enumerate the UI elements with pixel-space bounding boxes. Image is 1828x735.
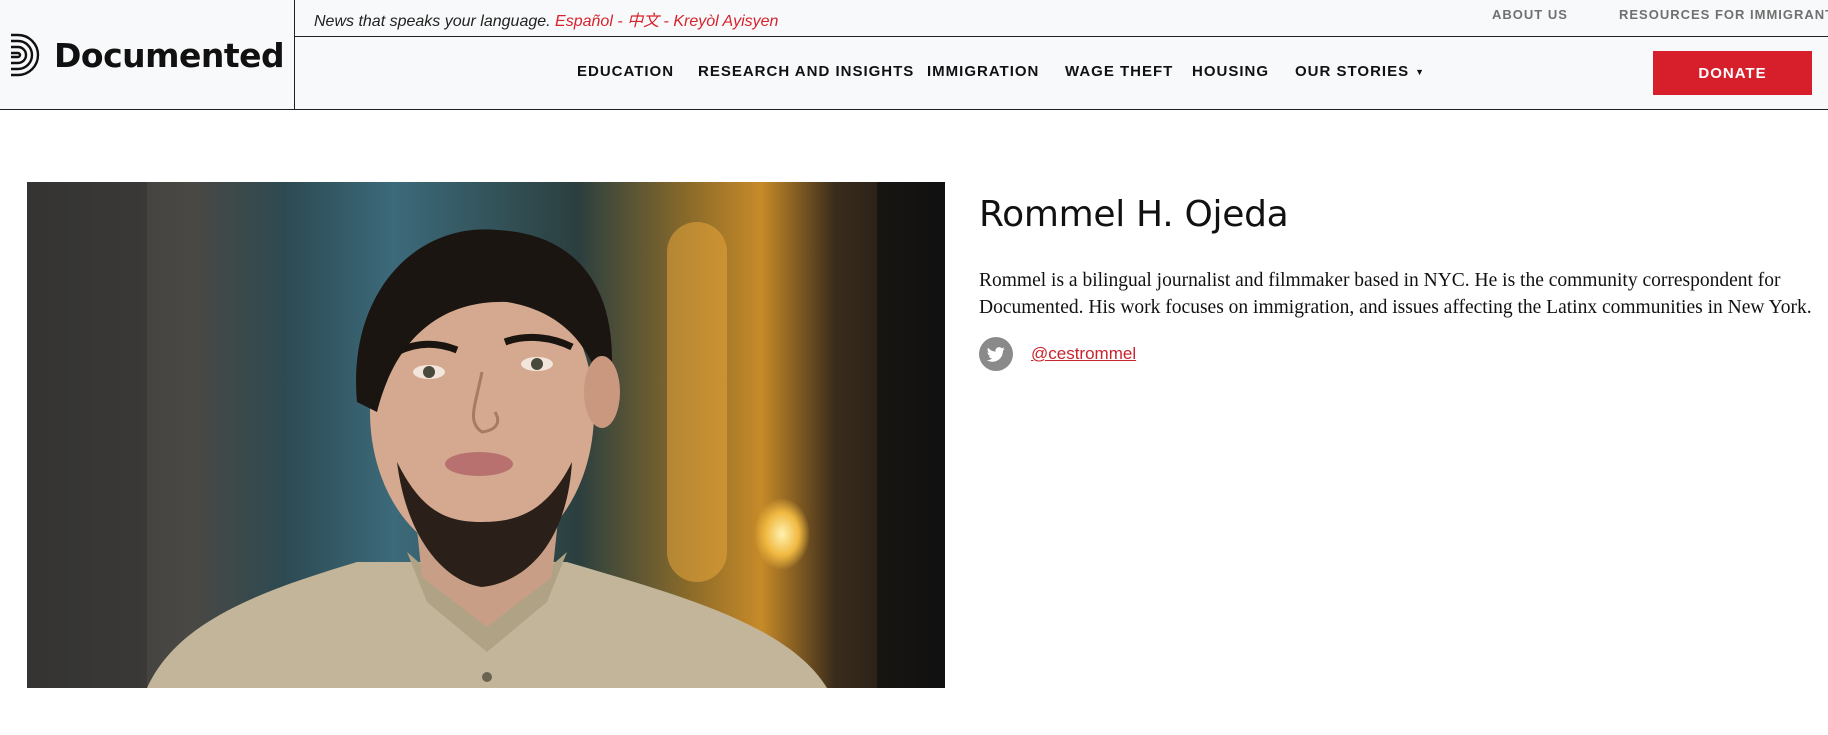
author-portrait-image [27, 182, 945, 688]
nav-item-wage-theft[interactable]: WAGE THEFT [1065, 63, 1173, 80]
language-link-haitian-creole[interactable]: Kreyòl Ayisyen [673, 13, 778, 30]
main-nav: EDUCATION RESEARCH AND INSIGHTS IMMIGRAT… [295, 37, 1828, 110]
language-link-spanish[interactable]: Español [555, 13, 613, 30]
site-header: Documented News that speaks your languag… [0, 0, 1828, 110]
nav-item-our-stories-label: OUR STORIES [1295, 63, 1410, 80]
nav-item-housing[interactable]: HOUSING [1192, 63, 1269, 80]
resources-for-immigrants-link[interactable]: RESOURCES FOR IMMIGRANTS [1619, 7, 1828, 22]
author-photo [27, 182, 945, 688]
documented-logo-icon [11, 33, 40, 77]
nav-item-our-stories[interactable]: OUR STORIES ▼ [1295, 63, 1425, 80]
tagline-prefix: News that speaks your language. [314, 13, 551, 30]
nav-item-research-and-insights[interactable]: RESEARCH AND INSIGHTS [698, 63, 914, 80]
caret-down-icon: ▼ [1415, 67, 1425, 78]
language-link-chinese[interactable]: 中文 [627, 13, 659, 30]
logo[interactable]: Documented [0, 0, 295, 110]
twitter-handle-link[interactable]: @cestrommel [1031, 344, 1136, 364]
nav-item-education[interactable]: EDUCATION [577, 63, 674, 80]
tagline: News that speaks your language. Español … [314, 7, 778, 31]
nav-item-immigration[interactable]: IMMIGRATION [927, 63, 1039, 80]
utility-bar: News that speaks your language. Español … [295, 0, 1828, 37]
author-bio: Rommel is a bilingual journalist and fil… [979, 270, 1812, 318]
author-name: Rommel H. Ojeda [979, 194, 1289, 235]
language-separator: - [612, 13, 628, 30]
author-social: @cestrommel [979, 337, 1819, 371]
logo-text: Documented [54, 35, 285, 75]
about-us-link[interactable]: ABOUT US [1492, 7, 1568, 22]
author-profile: Rommel H. Ojeda Rommel is a bilingual jo… [979, 194, 1819, 371]
language-separator: - [659, 13, 674, 30]
donate-button[interactable]: DONATE [1653, 51, 1812, 95]
twitter-icon[interactable] [979, 337, 1013, 371]
